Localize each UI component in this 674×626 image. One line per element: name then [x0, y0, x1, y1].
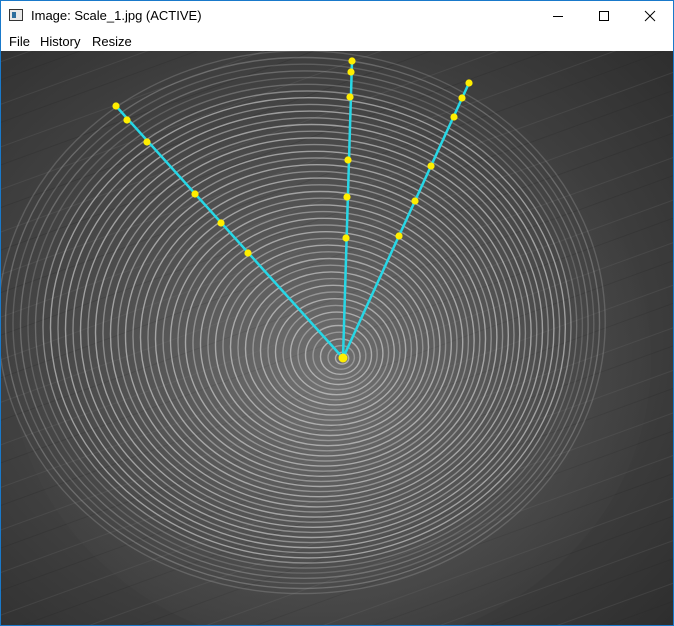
annulus-marker[interactable] [344, 156, 352, 164]
menu-file[interactable]: File [9, 34, 30, 49]
window-title: Image: Scale_1.jpg (ACTIVE) [31, 8, 202, 23]
annulus-marker[interactable] [450, 113, 458, 121]
annulus-marker[interactable] [244, 249, 252, 257]
app-window-icon [9, 9, 23, 21]
close-icon [644, 10, 656, 22]
close-button[interactable] [627, 1, 673, 31]
annulus-marker[interactable] [411, 197, 419, 205]
menu-history[interactable]: History [40, 34, 80, 49]
minimize-icon [553, 16, 563, 17]
annulus-marker[interactable] [346, 93, 354, 101]
annulus-marker[interactable] [348, 57, 356, 65]
image-window: Image: Scale_1.jpg (ACTIVE) File History… [0, 0, 674, 626]
annulus-marker[interactable] [343, 193, 351, 201]
annulus-marker[interactable] [465, 79, 473, 87]
annulus-marker[interactable] [217, 219, 225, 227]
annulus-marker[interactable] [342, 234, 350, 242]
title-bar[interactable]: Image: Scale_1.jpg (ACTIVE) [1, 1, 673, 31]
menu-resize[interactable]: Resize [92, 34, 132, 49]
annulus-marker[interactable] [427, 162, 435, 170]
focus-marker[interactable] [338, 353, 348, 363]
image-canvas[interactable] [1, 51, 673, 625]
minimize-button[interactable] [535, 1, 581, 31]
maximize-button[interactable] [581, 1, 627, 31]
menu-bar: File History Resize [1, 31, 673, 51]
annulus-marker[interactable] [112, 102, 120, 110]
fish-scale-image[interactable] [1, 51, 673, 625]
annulus-marker[interactable] [458, 94, 466, 102]
annulus-marker[interactable] [123, 116, 131, 124]
annulus-marker[interactable] [395, 232, 403, 240]
annulus-marker[interactable] [143, 138, 151, 146]
annulus-marker[interactable] [191, 190, 199, 198]
maximize-icon [599, 11, 609, 21]
annulus-marker[interactable] [347, 68, 355, 76]
